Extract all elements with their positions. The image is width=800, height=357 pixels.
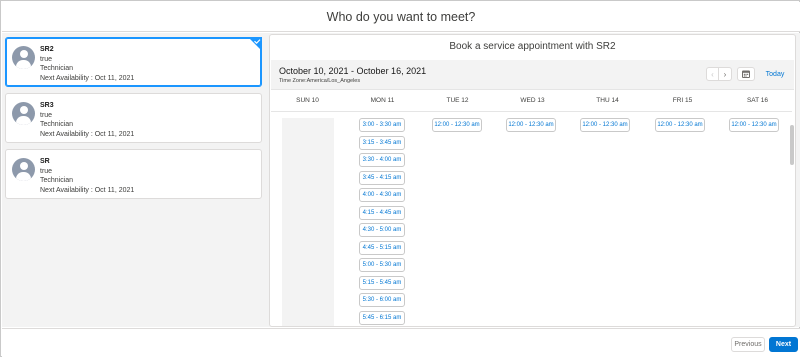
time-slot-thu[interactable]: 12:00 - 12:30 am [580,118,630,132]
resource-name: SR3 [40,102,54,109]
page-title: Who do you want to meet? [326,9,476,24]
resource-name: SR [40,158,50,165]
day-header-tue: TUE 12 [446,97,469,104]
time-slot-mon[interactable]: 4:30 - 5:00 am [359,223,405,237]
day-headers: SUN 10 MON 11 TUE 12 WED 13 THU 14 FRI 1… [270,97,790,107]
resource-name: SR2 [40,46,54,53]
time-slot-sat[interactable]: 12:00 - 12:30 am [729,118,779,132]
resource-card-sr3[interactable]: SR3 true Technician Next Availability : … [5,93,262,143]
day-header-sun: SUN 10 [296,97,319,104]
today-button[interactable]: Today [760,67,790,81]
date-bar: October 10, 2021 - October 16, 2021 Time… [271,60,794,90]
resource-availability: Next Availability : Oct 11, 2021 [40,74,135,82]
time-slot-mon[interactable]: 3:00 - 3:30 am [359,118,405,132]
day-header-sat: SAT 16 [746,97,769,104]
sunday-unavailable-column [282,118,334,326]
resource-card-sr2[interactable]: SR2 true Technician Next Availability : … [5,37,262,87]
page-header: Who do you want to meet? [2,2,800,32]
resource-status: true [40,55,53,63]
time-slot-mon[interactable]: 5:00 - 5:30 am [359,258,405,272]
resource-availability: Next Availability : Oct 11, 2021 [40,130,135,138]
time-slot-mon[interactable]: 5:30 - 6:00 am [359,293,405,307]
week-nav: ‹ › [706,67,732,81]
time-slot-fri[interactable]: 12:00 - 12:30 am [655,118,705,132]
avatar [12,158,35,181]
person-icon [19,106,28,114]
time-slot-mon[interactable]: 5:45 - 6:15 am [359,310,405,325]
time-slot-tue[interactable]: 12:00 - 12:30 am [432,118,482,132]
resource-info: SR true Technician Next Availability : O… [40,157,134,195]
scrollbar[interactable] [790,125,794,165]
resource-status: true [40,111,53,119]
resource-role: Technician [40,65,74,72]
calendar-icon[interactable] [737,67,755,81]
time-slot-mon[interactable]: 4:15 - 4:45 am [359,205,405,220]
person-icon [19,50,28,58]
time-slot-mon[interactable]: 3:30 - 4:00 am [359,153,405,167]
booking-window: Who do you want to meet? SR2 true Techni… [0,0,800,357]
time-slot-mon[interactable]: 5:15 - 5:45 am [359,275,405,290]
chevron-right-icon[interactable]: › [719,68,731,80]
main-body: SR2 true Technician Next Availability : … [2,33,800,327]
resource-card-sr[interactable]: SR true Technician Next Availability : O… [5,149,262,199]
person-icon [19,162,28,170]
time-slot-mon[interactable]: 4:45 - 5:15 am [359,240,405,255]
time-slot-wed[interactable]: 12:00 - 12:30 am [506,118,556,132]
day-header-fri: FRI 15 [672,97,693,104]
next-button[interactable]: Next [769,337,798,352]
day-header-wed: WED 13 [520,97,545,104]
avatar [12,46,35,69]
chevron-left-icon[interactable]: ‹ [707,68,719,80]
resource-info: SR2 true Technician Next Availability : … [40,45,134,83]
previous-button[interactable]: Previous [731,337,765,352]
footer: Previous Next [2,328,800,357]
resource-availability: Next Availability : Oct 11, 2021 [40,186,135,194]
resource-role: Technician [40,121,74,128]
resource-status: true [40,167,53,175]
date-range: October 10, 2021 - October 16, 2021 [279,66,427,76]
time-slot-mon[interactable]: 3:15 - 3:45 am [359,135,405,150]
scheduler-panel: Book a service appointment with SR2 Octo… [269,34,796,327]
time-slot-mon[interactable]: 4:00 - 4:30 am [359,188,405,202]
grid-divider [271,111,792,112]
timezone-label: Time Zone:America/Los_Angeles [279,78,361,84]
resource-info: SR3 true Technician Next Availability : … [40,101,134,139]
calendar-glyph [742,70,750,78]
day-header-thu: THU 14 [596,97,619,104]
selected-check-icon [248,37,262,51]
day-header-mon: MON 11 [370,97,395,104]
time-slot-mon[interactable]: 3:45 - 4:15 am [359,170,405,185]
avatar [12,102,35,125]
resource-role: Technician [40,177,74,184]
scheduler-title: Book a service appointment with SR2 [449,41,616,52]
